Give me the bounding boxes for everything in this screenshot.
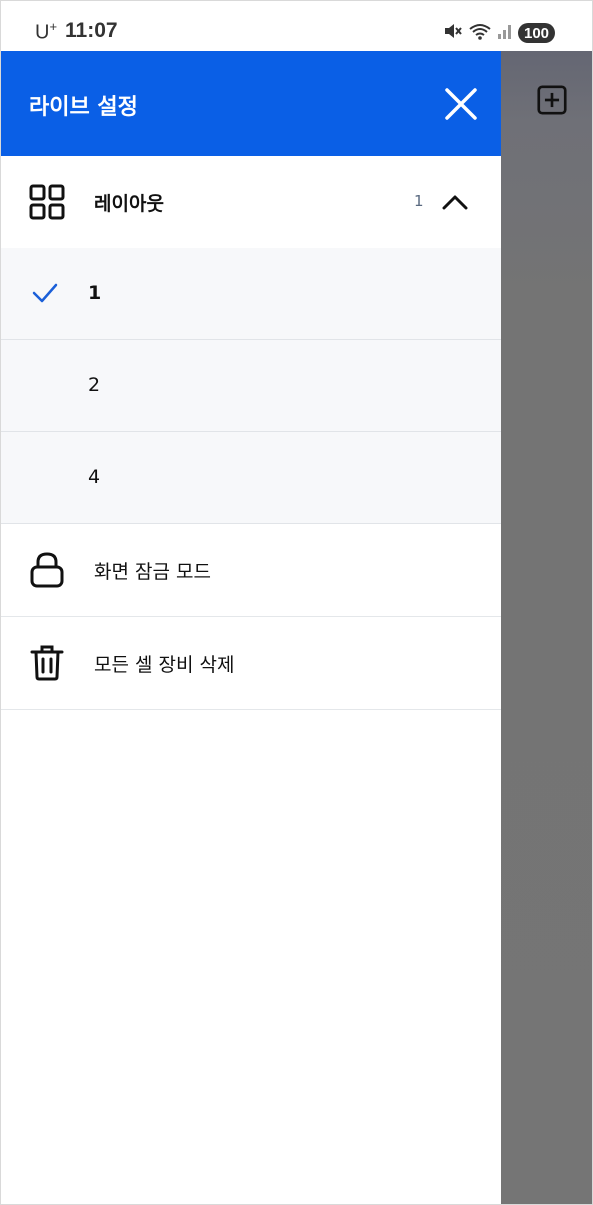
close-icon [445, 88, 477, 120]
screen-lock-label: 화면 잠금 모드 [94, 561, 211, 583]
status-bar: U+ 11:07 100 [1, 1, 592, 51]
dim-overlay[interactable] [501, 1, 592, 1204]
layout-option-4[interactable]: 4 [1, 432, 501, 524]
layout-label: 레이아웃 [94, 193, 164, 215]
drawer-title: 라이브 설정 [29, 95, 138, 120]
chevron-up-icon[interactable] [441, 190, 469, 214]
layout-options: 1 2 4 [1, 248, 501, 524]
lock-icon [29, 552, 65, 588]
live-settings-drawer: 라이브 설정 레이아웃 1 1 2 4 화면 잠금 모드 모든 셀 장비 삭제 [1, 51, 501, 1204]
layout-option-label: 1 [88, 282, 102, 304]
layout-count: 1 [414, 192, 424, 210]
layout-option-label: 2 [88, 374, 101, 396]
signal-icon [497, 22, 513, 44]
check-icon [32, 283, 58, 303]
layout-option-label: 4 [88, 466, 101, 488]
delete-all-label: 모든 셀 장비 삭제 [94, 654, 235, 676]
delete-all-devices-item[interactable]: 모든 셀 장비 삭제 [1, 617, 501, 710]
layout-section-toggle[interactable]: 레이아웃 1 [1, 156, 501, 248]
drawer-header: 라이브 설정 [1, 51, 501, 156]
grid-icon [29, 184, 65, 220]
clock: 11:07 [65, 19, 118, 42]
trash-icon [29, 645, 65, 681]
layout-option-1[interactable]: 1 [1, 248, 501, 340]
status-icons: 100 [443, 21, 556, 45]
screen: U+ 11:07 100 라이브 설정 레이아웃 1 1 2 4 화면 잠금 모… [0, 0, 593, 1205]
wifi-icon [468, 21, 492, 45]
screen-lock-mode-item[interactable]: 화면 잠금 모드 [1, 524, 501, 617]
mute-icon [443, 21, 463, 45]
add-square-icon[interactable] [537, 85, 567, 115]
layout-option-2[interactable]: 2 [1, 340, 501, 432]
carrier-label: U+ [35, 19, 58, 44]
battery-indicator: 100 [518, 23, 556, 43]
close-button[interactable] [441, 84, 481, 124]
